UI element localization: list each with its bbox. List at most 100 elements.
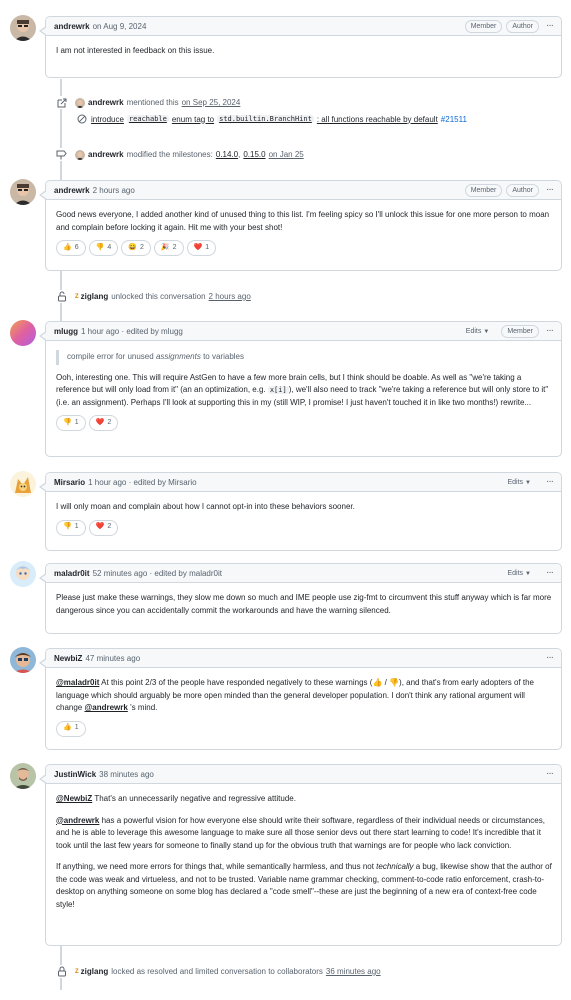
event-timestamp[interactable]: 2 hours ago (209, 292, 251, 301)
comment-author[interactable]: mlugg (54, 327, 78, 336)
pr-status-icon (77, 114, 87, 124)
comment-timestamp[interactable]: 47 minutes ago (85, 654, 140, 663)
comment-body: I will only moan and complain about how … (46, 492, 561, 543)
avatar[interactable] (75, 97, 85, 108)
avatar[interactable] (10, 561, 36, 587)
comment-text: @andrewrk has a powerful vision for how … (56, 815, 545, 850)
reaction-laugh[interactable]: 😄 2 (121, 240, 151, 256)
comment-header: andrewrk 2 hours ago Member Author ··· (46, 181, 561, 200)
avatar[interactable] (10, 320, 36, 346)
event-timestamp[interactable]: on Jan 25 (269, 150, 304, 159)
kebab-menu-icon[interactable]: ··· (546, 477, 554, 487)
comment-text: @NewbiZ That's an unnecessarily negative… (56, 794, 296, 803)
caret-down-icon: ▼ (525, 570, 531, 577)
kebab-menu-icon[interactable]: ··· (546, 769, 554, 779)
pr-title-word[interactable]: introduce (91, 115, 124, 124)
edits-dropdown[interactable]: Edits ▼ (507, 479, 531, 486)
comment-author[interactable]: andrewrk (54, 186, 90, 195)
separator: , (238, 150, 241, 159)
pr-title-code[interactable]: reachable (126, 115, 169, 123)
comment-timestamp[interactable]: on Aug 9, 2024 (93, 22, 147, 31)
user-mention[interactable]: @andrewrk (56, 816, 99, 825)
milestone-event: andrewrk modified the milestones: 0.14.0… (55, 148, 304, 161)
pr-title-word[interactable]: : all functions reachable by default (317, 115, 438, 124)
caret-down-icon: ▼ (525, 479, 531, 486)
pr-number[interactable]: #21511 (441, 115, 467, 124)
avatar[interactable] (10, 471, 36, 497)
comment: Mirsario 1 hour ago · edited by Mirsario… (39, 472, 562, 551)
reaction-thumbs-down[interactable]: 👎 4 (88, 240, 119, 256)
edits-dropdown[interactable]: Edits ▼ (466, 328, 490, 335)
avatar[interactable] (10, 179, 36, 205)
comment-timestamp[interactable]: 52 minutes ago · edited by maladr0it (93, 569, 222, 578)
event-actor[interactable]: andrewrk (88, 150, 124, 159)
comment-text: Good news everyone, I added another kind… (56, 210, 550, 232)
comment-text: I am not interested in feedback on this … (56, 46, 215, 55)
pr-title-code[interactable]: std.builtin.BranchHint (217, 115, 314, 123)
member-badge: Member (464, 183, 503, 197)
comment-author[interactable]: Mirsario (54, 478, 85, 487)
user-mention[interactable]: @maladr0it (56, 678, 99, 687)
comment-author[interactable]: andrewrk (54, 22, 90, 31)
comment-timestamp[interactable]: 1 hour ago · edited by mlugg (81, 327, 183, 336)
reactions-bar: 👍 1 (56, 720, 552, 737)
event-timestamp[interactable]: 36 minutes ago (326, 967, 381, 976)
caret-down-icon: ▼ (483, 328, 490, 335)
comment-author[interactable]: NewbiZ (54, 654, 82, 663)
timeline-line (60, 79, 62, 180)
edits-dropdown[interactable]: Edits ▼ (507, 570, 531, 577)
comment-body: I am not interested in feedback on this … (46, 36, 561, 65)
event-timestamp[interactable]: on Sep 25, 2024 (182, 98, 241, 107)
kebab-menu-icon[interactable]: ··· (546, 653, 554, 663)
comment-author[interactable]: JustinWick (54, 770, 96, 779)
comment-timestamp[interactable]: 2 hours ago (93, 186, 135, 195)
user-mention[interactable]: @NewbiZ (56, 794, 92, 803)
avatar[interactable] (10, 763, 36, 789)
user-mention[interactable]: @andrewrk (84, 703, 127, 712)
ziglang-logo-icon: Z (75, 968, 79, 975)
reactions-bar: 👎 1 ❤️ 2 (56, 519, 552, 536)
comment-timestamp[interactable]: 38 minutes ago (99, 770, 154, 779)
reaction-hooray[interactable]: 🎉 2 (153, 240, 184, 256)
comment: NewbiZ 47 minutes ago ··· @maladr0it At … (39, 648, 562, 750)
author-badge: Author (506, 19, 539, 33)
reaction-thumbs-down[interactable]: 👎 1 (56, 519, 86, 536)
avatar[interactable] (10, 647, 36, 673)
reaction-heart[interactable]: ❤️ 2 (88, 415, 119, 431)
event-actor[interactable]: ziglang (81, 292, 109, 301)
reaction-heart[interactable]: ❤️ 1 (186, 240, 217, 256)
reaction-thumbs-up[interactable]: 👍 6 (56, 240, 86, 256)
member-badge: Member (464, 19, 503, 33)
reaction-thumbs-up[interactable]: 👍 1 (56, 720, 86, 737)
comment-header: Mirsario 1 hour ago · edited by Mirsario… (46, 473, 561, 492)
kebab-menu-icon[interactable]: ··· (546, 185, 554, 195)
reaction-heart[interactable]: ❤️ 2 (88, 519, 119, 536)
avatar[interactable] (10, 15, 36, 41)
pr-title-word[interactable]: enum tag to (172, 115, 214, 124)
event-text: mentioned this (126, 98, 179, 107)
comment-body: @maladr0it At this point 2/3 of the peop… (46, 668, 561, 744)
milestone-link[interactable]: 0.14.0 (216, 150, 238, 159)
unlock-event: Z ziglang unlocked this conversation 2 h… (55, 290, 251, 303)
blockquote: compile error for unused assignments to … (56, 350, 552, 365)
kebab-menu-icon[interactable]: ··· (546, 21, 554, 31)
comment-header: maladr0it 52 minutes ago · edited by mal… (46, 564, 561, 583)
reactions-bar: 👍 6 👎 4 😄 2 🎉 2 ❤️ 1 (56, 240, 552, 256)
comment-header: andrewrk on Aug 9, 2024 Member Author ··… (46, 17, 561, 36)
referenced-pr[interactable]: introduce reachable enum tag to std.buil… (77, 114, 467, 124)
event-actor[interactable]: ziglang (81, 967, 109, 976)
comment: mlugg 1 hour ago · edited by mlugg Edits… (39, 321, 562, 457)
comment-text: I will only moan and complain about how … (56, 502, 355, 511)
event-text: unlocked this conversation (111, 292, 206, 301)
member-badge: Member (501, 324, 539, 338)
inline-code: x[i] (267, 386, 289, 394)
kebab-menu-icon[interactable]: ··· (546, 326, 554, 336)
milestone-link[interactable]: 0.15.0 (243, 150, 265, 159)
comment: JustinWick 38 minutes ago ··· @NewbiZ Th… (39, 764, 562, 946)
comment-timestamp[interactable]: 1 hour ago · edited by Mirsario (88, 478, 197, 487)
avatar[interactable] (75, 149, 85, 160)
reaction-thumbs-down[interactable]: 👎 1 (56, 415, 86, 431)
kebab-menu-icon[interactable]: ··· (546, 568, 554, 578)
event-actor[interactable]: andrewrk (88, 98, 124, 107)
comment-author[interactable]: maladr0it (54, 569, 90, 578)
